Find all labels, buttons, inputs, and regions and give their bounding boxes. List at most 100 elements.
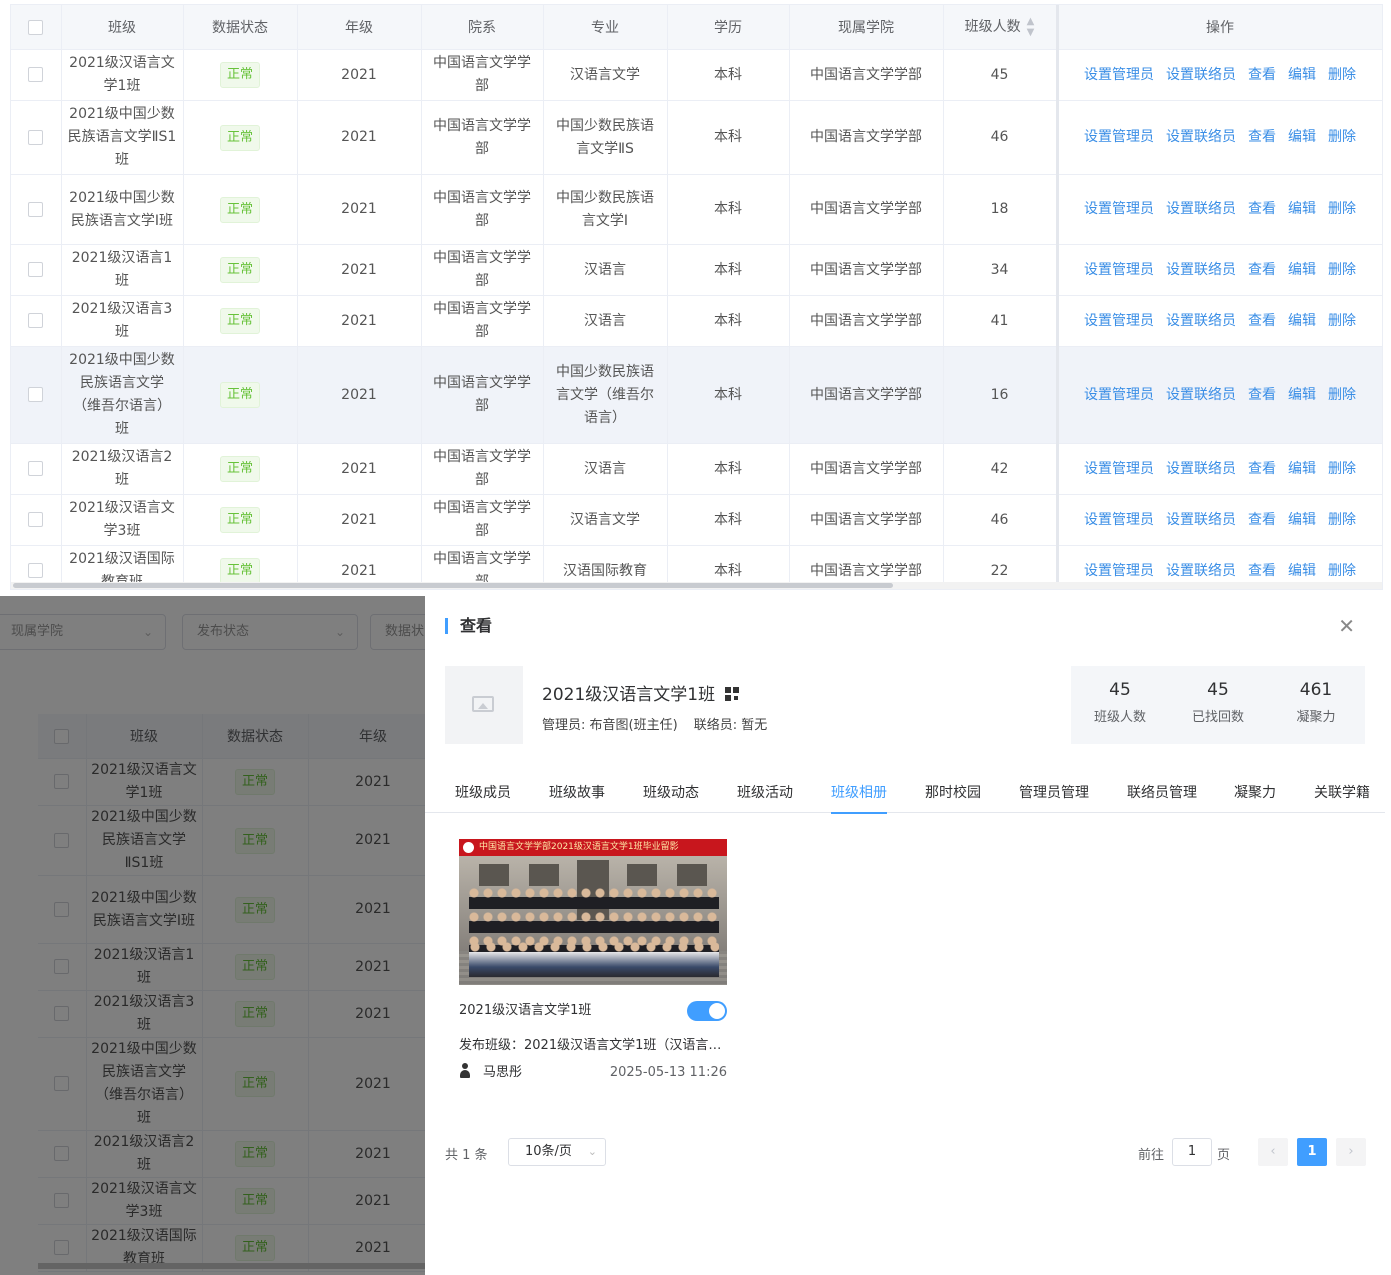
tab-album[interactable]: 班级相册 <box>831 782 887 814</box>
major-cell: 中国少数民族语言文学ⅡS <box>543 100 668 175</box>
row-checkbox[interactable] <box>11 346 62 444</box>
class-link[interactable]: 2021级中国少数民族语言文学Ⅰ班 <box>61 174 184 245</box>
class-table: 班级 数据状态 年级 院系 专业 学历 现属学院 班级人数 ▲ ▼ 操作 2021级… <box>10 4 1383 590</box>
tab-admin-manage[interactable]: 管理员管理 <box>1019 782 1089 802</box>
delete-link[interactable]: 删除 <box>1328 461 1356 477</box>
view-link[interactable]: 查看 <box>1248 512 1276 528</box>
class-link[interactable]: 2021级中国少数民族语言文学ⅡS1班 <box>61 100 184 175</box>
class-link[interactable]: 2021级中国少数民族语言文学（维吾尔语言）班 <box>61 346 184 444</box>
dept-cell: 中国语言文学学部 <box>421 244 544 296</box>
tab-cohesion[interactable]: 凝聚力 <box>1234 782 1276 802</box>
tab-campus[interactable]: 那时校园 <box>925 782 981 802</box>
sort-icon[interactable]: ▲ ▼ <box>1027 16 1035 38</box>
row-checkbox[interactable] <box>11 100 62 175</box>
delete-link[interactable]: 删除 <box>1328 313 1356 329</box>
tab-contact-manage[interactable]: 联络员管理 <box>1127 782 1197 802</box>
tab-members[interactable]: 班级成员 <box>455 782 511 802</box>
page-size-select[interactable]: 10条/页 ⌄ <box>508 1138 606 1166</box>
edit-link[interactable]: 编辑 <box>1288 563 1316 579</box>
set-contact-link[interactable]: 设置联络员 <box>1166 387 1236 403</box>
page-1-button[interactable]: 1 <box>1297 1138 1327 1166</box>
view-link[interactable]: 查看 <box>1248 67 1276 83</box>
view-link[interactable]: 查看 <box>1248 387 1276 403</box>
row-checkbox[interactable] <box>11 295 62 347</box>
select-all-checkbox[interactable] <box>11 5 62 50</box>
modal-overlay[interactable] <box>0 596 425 1275</box>
tab-stories[interactable]: 班级故事 <box>549 782 605 802</box>
view-link[interactable]: 查看 <box>1248 129 1276 145</box>
goto-page-input[interactable]: 1 <box>1172 1138 1212 1166</box>
edu-cell: 本科 <box>667 295 790 347</box>
set-contact-link[interactable]: 设置联络员 <box>1166 129 1236 145</box>
row-checkbox[interactable] <box>11 244 62 296</box>
view-link[interactable]: 查看 <box>1248 313 1276 329</box>
edit-link[interactable]: 编辑 <box>1288 262 1316 278</box>
set-admin-link[interactable]: 设置管理员 <box>1084 461 1154 477</box>
row-checkbox[interactable] <box>11 494 62 546</box>
set-admin-link[interactable]: 设置管理员 <box>1084 262 1154 278</box>
close-icon[interactable]: ✕ <box>1338 614 1355 638</box>
set-admin-link[interactable]: 设置管理员 <box>1084 512 1154 528</box>
class-link[interactable]: 2021级汉语言3班 <box>61 295 184 347</box>
view-link[interactable]: 查看 <box>1248 563 1276 579</box>
view-link[interactable]: 查看 <box>1248 201 1276 217</box>
set-admin-link[interactable]: 设置管理员 <box>1084 563 1154 579</box>
view-drawer: 查看 ✕ 2021级汉语言文学1班 管理员: 布音图(班主任) 联络员: 暂无 … <box>425 596 1385 1275</box>
tab-linked-records[interactable]: 关联学籍 <box>1314 782 1370 802</box>
class-name-text: 2021级汉语言文学1班 <box>542 685 716 705</box>
tab-activities[interactable]: 班级活动 <box>737 782 793 802</box>
delete-link[interactable]: 删除 <box>1328 387 1356 403</box>
col-count[interactable]: 班级人数 ▲ ▼ <box>943 5 1058 50</box>
delete-link[interactable]: 删除 <box>1328 201 1356 217</box>
view-link[interactable]: 查看 <box>1248 262 1276 278</box>
grade-cell: 2021 <box>297 49 422 101</box>
next-page-button[interactable]: › <box>1336 1138 1366 1166</box>
set-contact-link[interactable]: 设置联络员 <box>1166 563 1236 579</box>
edit-link[interactable]: 编辑 <box>1288 129 1316 145</box>
row-checkbox[interactable] <box>11 443 62 495</box>
set-contact-link[interactable]: 设置联络员 <box>1166 313 1236 329</box>
view-link[interactable]: 查看 <box>1248 461 1276 477</box>
class-link[interactable]: 2021级汉语言1班 <box>61 244 184 296</box>
row-checkbox[interactable] <box>11 174 62 245</box>
status-cell: 正常 <box>183 346 298 444</box>
col-grade: 年级 <box>297 5 422 50</box>
delete-link[interactable]: 删除 <box>1328 563 1356 579</box>
tab-news[interactable]: 班级动态 <box>643 782 699 802</box>
set-admin-link[interactable]: 设置管理员 <box>1084 201 1154 217</box>
publish-toggle[interactable] <box>687 1001 727 1021</box>
scrollbar-thumb[interactable] <box>13 583 893 588</box>
edit-link[interactable]: 编辑 <box>1288 201 1316 217</box>
edit-link[interactable]: 编辑 <box>1288 461 1316 477</box>
row-checkbox[interactable] <box>11 49 62 101</box>
grade-cell: 2021 <box>297 100 422 175</box>
set-admin-link[interactable]: 设置管理员 <box>1084 387 1154 403</box>
set-contact-link[interactable]: 设置联络员 <box>1166 461 1236 477</box>
delete-link[interactable]: 删除 <box>1328 262 1356 278</box>
photo-banner: 中国语言文学学部2021级汉语言文学1班毕业留影 <box>459 839 727 856</box>
set-contact-link[interactable]: 设置联络员 <box>1166 67 1236 83</box>
qr-code-icon[interactable] <box>725 687 740 701</box>
edit-link[interactable]: 编辑 <box>1288 67 1316 83</box>
delete-link[interactable]: 删除 <box>1328 67 1356 83</box>
set-admin-link[interactable]: 设置管理员 <box>1084 129 1154 145</box>
edit-link[interactable]: 编辑 <box>1288 313 1316 329</box>
set-admin-link[interactable]: 设置管理员 <box>1084 313 1154 329</box>
edit-link[interactable]: 编辑 <box>1288 387 1316 403</box>
set-contact-link[interactable]: 设置联络员 <box>1166 201 1236 217</box>
album-photo[interactable]: 中国语言文学学部2021级汉语言文学1班毕业留影 <box>459 839 727 985</box>
edit-link[interactable]: 编辑 <box>1288 512 1316 528</box>
set-contact-link[interactable]: 设置联络员 <box>1166 262 1236 278</box>
delete-link[interactable]: 删除 <box>1328 512 1356 528</box>
album-title: 2021级汉语言文学1班 <box>459 1001 727 1021</box>
class-link[interactable]: 2021级汉语言文学1班 <box>61 49 184 101</box>
set-admin-link[interactable]: 设置管理员 <box>1084 67 1154 83</box>
class-link[interactable]: 2021级汉语言2班 <box>61 443 184 495</box>
prev-page-button[interactable]: ‹ <box>1258 1138 1288 1166</box>
background-page: 现属学院⌄ 发布状态⌄ 数据状 班级 数据状态 年级 2021级汉语言文学1班正… <box>0 596 425 1275</box>
stat-label: 凝聚力 <box>1296 710 1336 725</box>
delete-link[interactable]: 删除 <box>1328 129 1356 145</box>
class-link[interactable]: 2021级汉语言文学3班 <box>61 494 184 546</box>
set-contact-link[interactable]: 设置联络员 <box>1166 512 1236 528</box>
horizontal-scrollbar[interactable] <box>11 582 1382 589</box>
